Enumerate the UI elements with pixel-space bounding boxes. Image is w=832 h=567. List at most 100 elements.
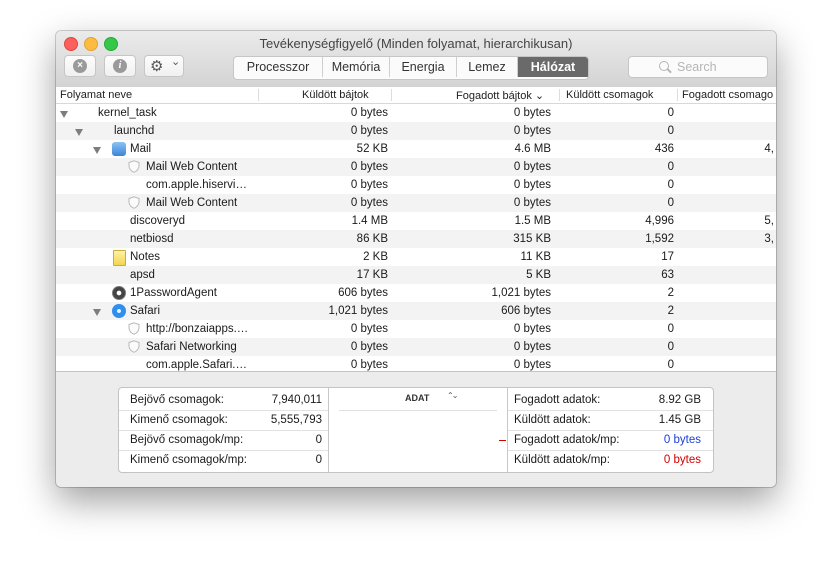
tab-memoria[interactable]: Memória: [323, 57, 390, 77]
sent-packets-value: 63: [661, 269, 674, 281]
table-row[interactable]: com.apple.Safari.… 0 bytes 0 bytes 0: [56, 356, 776, 371]
process-name: launchd: [114, 125, 155, 137]
stat-row: Bejövő csomagok: 7,940,011: [130, 390, 322, 410]
table-row[interactable]: launchd 0 bytes 0 bytes 0: [56, 122, 776, 140]
sent-packets-value: 1,592: [645, 233, 674, 245]
table-row[interactable]: http://bonzaiapps.… 0 bytes 0 bytes 0: [56, 320, 776, 338]
stat-row: Fogadott adatok/mp: 0 bytes: [514, 430, 701, 450]
system-process-icon: [112, 286, 126, 300]
sent-bytes-value: 0 bytes: [350, 107, 388, 119]
received-bytes-value: 0 bytes: [513, 161, 551, 173]
process-name: Notes: [130, 251, 161, 263]
process-name: Mail Web Content: [146, 197, 238, 209]
sent-bytes-value: 2 KB: [363, 251, 388, 263]
sent-packets-value: 0: [667, 125, 674, 137]
tab-halozat[interactable]: Hálózat: [518, 57, 588, 77]
received-bytes-value: 4.6 MB: [514, 143, 551, 155]
inspect-process-button[interactable]: i: [104, 55, 136, 77]
received-bytes-value: 0 bytes: [513, 125, 551, 137]
disclosure-triangle-icon[interactable]: [93, 147, 101, 154]
activity-monitor-window: Tevékenységfigyelő (Minden folyamat, hie…: [56, 31, 776, 487]
stat-value: 8.92 GB: [658, 394, 701, 406]
action-menu-button[interactable]: ⚙ ⌄: [144, 55, 184, 77]
process-name: discoveryd: [130, 215, 185, 227]
chevron-down-icon: ⌄: [171, 56, 181, 68]
process-name: kernel_task: [98, 107, 157, 119]
stat-row: Fogadott adatok: 8.92 GB: [514, 390, 701, 410]
stat-value: 1.45 GB: [658, 414, 701, 426]
table-row[interactable]: Mail 52 KB 4.6 MB 436 4,: [56, 140, 776, 158]
sent-bytes-value: 606 bytes: [338, 287, 388, 299]
stat-label: Bejövő csomagok:: [130, 394, 224, 406]
column-header-sent-packets[interactable]: Küldött csomagok: [566, 89, 653, 101]
sent-packets-value: 436: [654, 143, 674, 155]
table-row[interactable]: com.apple.hiservi… 0 bytes 0 bytes 0: [56, 176, 776, 194]
received-rate-value: 0 bytes: [663, 434, 701, 446]
sent-bytes-value: 0 bytes: [350, 341, 388, 353]
sent-packets-value: 0: [667, 179, 674, 191]
table-row[interactable]: discoveryd 1.4 MB 1.5 MB 4,996 5,: [56, 212, 776, 230]
tab-bar: Processzor Memória Energia Lemez Hálózat: [233, 56, 589, 80]
column-divider[interactable]: [391, 89, 392, 101]
disclosure-triangle-icon[interactable]: [60, 111, 68, 118]
received-packets-value: 5,: [764, 215, 774, 227]
notes-app-icon: [113, 250, 126, 266]
sent-packets-value: 0: [667, 161, 674, 173]
table-row[interactable]: netbiosd 86 KB 315 KB 1,592 3,: [56, 230, 776, 248]
disclosure-triangle-icon[interactable]: [93, 309, 101, 316]
received-packets-value: 4,: [764, 143, 774, 155]
received-bytes-value: 315 KB: [513, 233, 551, 245]
updown-chevron-icon: ⌃⌄: [447, 391, 458, 400]
sent-bytes-value: 17 KB: [356, 269, 388, 281]
sent-packets-value: 0: [667, 359, 674, 371]
mail-app-icon: [112, 142, 126, 156]
column-divider[interactable]: [677, 89, 678, 101]
tab-energia[interactable]: Energia: [390, 57, 457, 77]
stop-process-button[interactable]: ×: [64, 55, 96, 77]
graph-mode-selector[interactable]: ADAT ⌃⌄: [405, 391, 465, 406]
table-row[interactable]: apsd 17 KB 5 KB 63: [56, 266, 776, 284]
table-row[interactable]: kernel_task 0 bytes 0 bytes 0: [56, 104, 776, 122]
graph-mode-label: ADAT: [405, 393, 430, 403]
column-header-received-bytes[interactable]: Fogadott bájtok ⌄: [456, 89, 544, 102]
sent-rate-marker: [499, 440, 506, 441]
sent-packets-value: 0: [667, 197, 674, 209]
column-header-received-packets[interactable]: Fogadott csomago: [682, 89, 773, 101]
sent-packets-value: 4,996: [645, 215, 674, 227]
received-bytes-value: 0 bytes: [513, 359, 551, 371]
received-bytes-value: 0 bytes: [513, 341, 551, 353]
table-row[interactable]: Safari Networking 0 bytes 0 bytes 0: [56, 338, 776, 356]
process-name: netbiosd: [130, 233, 174, 245]
table-row[interactable]: 1PasswordAgent 606 bytes 1,021 bytes 2: [56, 284, 776, 302]
stat-value: 5,555,793: [270, 414, 322, 426]
table-row[interactable]: Mail Web Content 0 bytes 0 bytes 0: [56, 194, 776, 212]
safari-app-icon: [112, 304, 126, 318]
table-row[interactable]: Notes 2 KB 11 KB 17: [56, 248, 776, 266]
received-bytes-value: 0 bytes: [513, 107, 551, 119]
tab-lemez[interactable]: Lemez: [457, 57, 518, 77]
process-name: Safari Networking: [146, 341, 237, 353]
column-divider[interactable]: [258, 89, 259, 101]
column-header-sent-bytes[interactable]: Küldött bájtok: [302, 89, 369, 101]
column-header-received-label: Fogadott bájtok: [456, 90, 532, 102]
received-bytes-value: 11 KB: [520, 251, 551, 263]
column-divider[interactable]: [559, 89, 560, 101]
table-row[interactable]: Safari 1,021 bytes 606 bytes 2: [56, 302, 776, 320]
received-bytes-value: 0 bytes: [513, 323, 551, 335]
process-name: Mail Web Content: [146, 161, 238, 173]
tab-processzor[interactable]: Processzor: [234, 57, 323, 77]
search-field[interactable]: Search: [628, 56, 768, 78]
table-header: Folyamat neve Küldött bájtok Fogadott bá…: [56, 87, 776, 104]
sent-packets-value: 0: [667, 323, 674, 335]
process-name: 1PasswordAgent: [130, 287, 217, 299]
search-icon: [659, 61, 669, 71]
sent-bytes-value: 0 bytes: [350, 197, 388, 209]
disclosure-triangle-icon[interactable]: [75, 129, 83, 136]
sent-packets-value: 0: [667, 341, 674, 353]
table-row[interactable]: Mail Web Content 0 bytes 0 bytes 0: [56, 158, 776, 176]
stat-label: Kimenő csomagok:: [130, 414, 228, 426]
stat-label: Fogadott adatok/mp:: [514, 434, 620, 446]
column-header-name[interactable]: Folyamat neve: [60, 89, 132, 101]
stat-label: Küldött adatok:: [514, 414, 591, 426]
stop-icon: ×: [73, 59, 87, 73]
